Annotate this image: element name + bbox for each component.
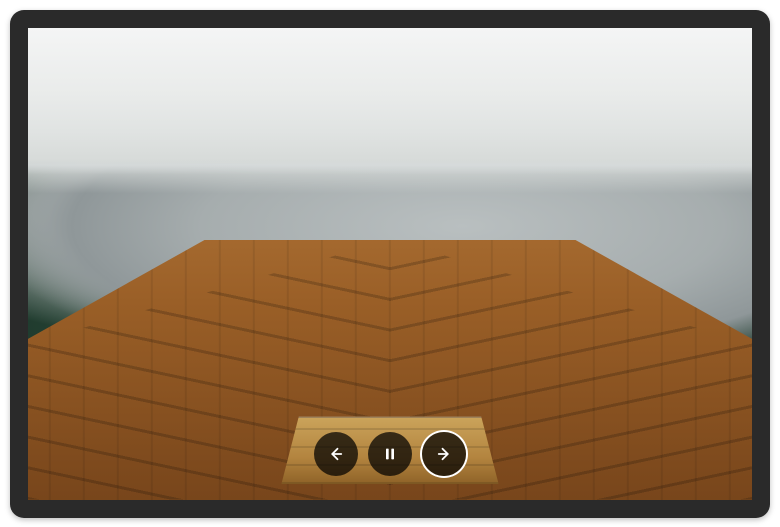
device-frame	[10, 10, 770, 518]
prev-button[interactable]	[314, 432, 358, 476]
slide-image	[28, 28, 752, 500]
next-button[interactable]	[422, 432, 466, 476]
slideshow-viewport	[28, 28, 752, 500]
arrow-right-icon	[435, 445, 453, 463]
pause-icon	[382, 446, 398, 462]
pause-button[interactable]	[368, 432, 412, 476]
slideshow-controls	[314, 432, 466, 476]
arrow-left-icon	[327, 445, 345, 463]
